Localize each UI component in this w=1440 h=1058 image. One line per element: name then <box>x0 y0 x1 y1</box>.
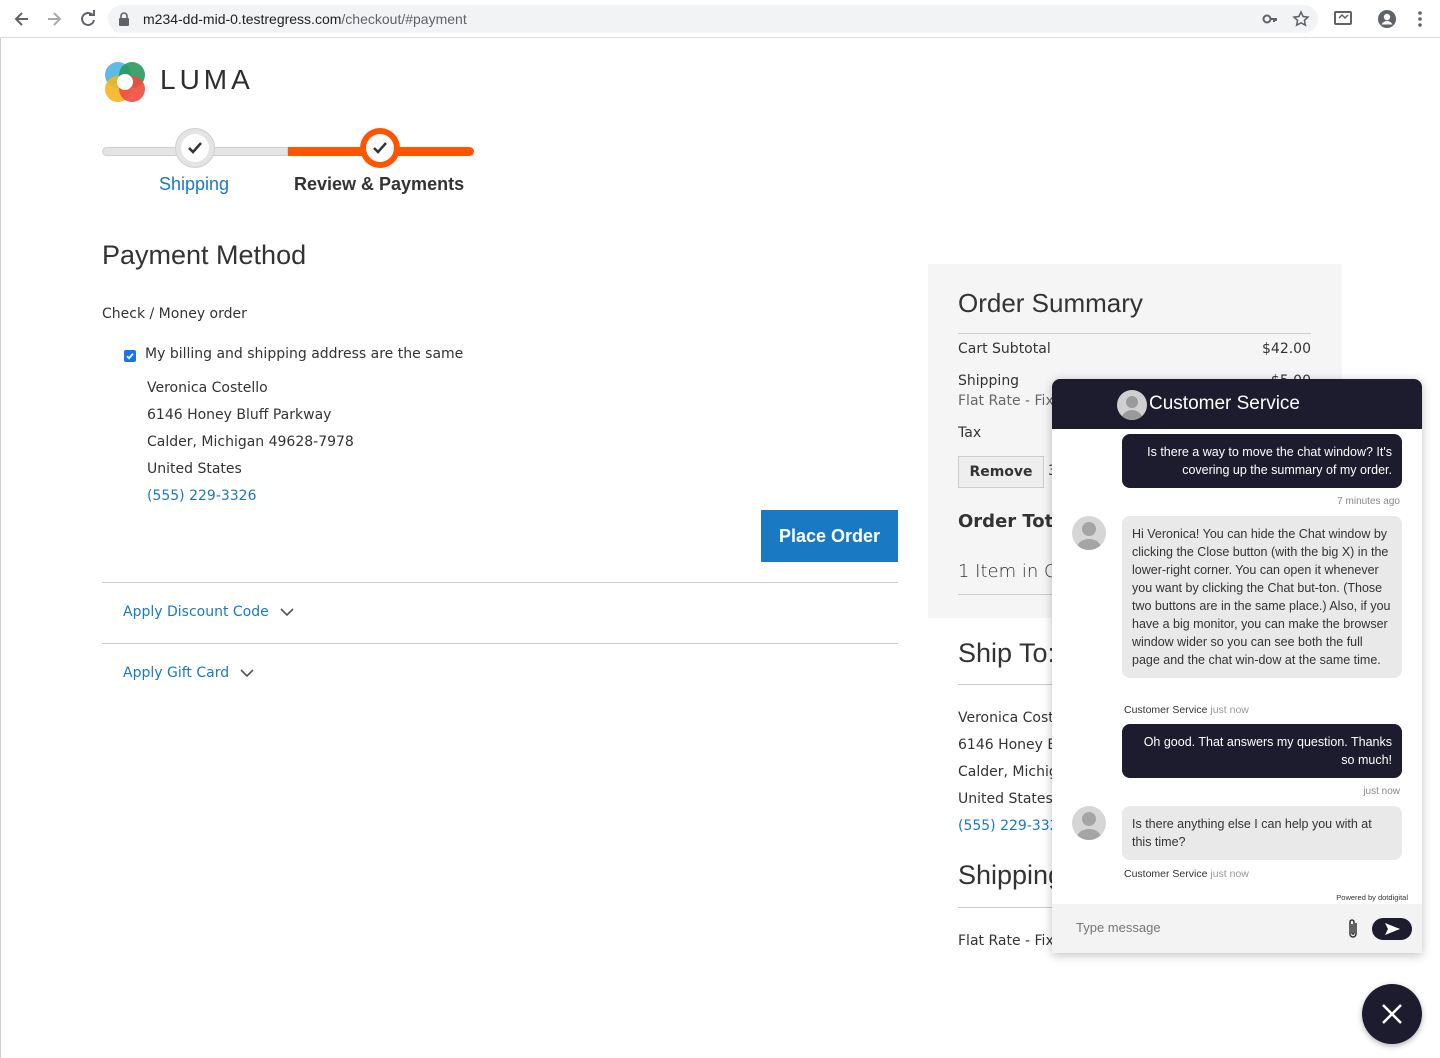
logo-text: LUMA <box>160 64 254 95</box>
shipping-label: Shipping <box>958 373 1020 389</box>
checkout-progress: Shipping Review & Payments <box>102 128 474 198</box>
divider <box>102 643 898 644</box>
checkmark-icon <box>188 142 202 154</box>
message-sender: Customer Service just now <box>1124 868 1249 880</box>
ship-to-title: Ship To: <box>958 638 1056 668</box>
divider <box>102 582 898 583</box>
chat-message-agent: Hi Veronica! You can hide the Chat windo… <box>1122 516 1402 678</box>
billing-same-checkbox[interactable] <box>124 350 136 362</box>
billing-name: Veronica Costello <box>147 380 268 396</box>
send-icon <box>1385 923 1400 935</box>
bookmark-star-icon[interactable] <box>1292 10 1310 28</box>
lock-icon <box>118 12 130 26</box>
ship-to-street: 6146 Honey Bl <box>958 737 1061 753</box>
reload-icon[interactable] <box>78 9 98 29</box>
billing-country: United States <box>147 461 242 477</box>
agent-avatar-icon <box>1117 390 1147 420</box>
chat-title: Customer Service <box>1149 393 1300 414</box>
chat-message-user: Oh good. That answers my question. Thank… <box>1122 724 1402 778</box>
payment-method-title: Payment Method <box>102 240 307 270</box>
chat-header: Customer Service <box>1052 379 1422 429</box>
ship-to-name: Veronica Coste <box>958 710 1063 726</box>
remove-button[interactable]: Remove <box>958 456 1044 488</box>
subtotal-label: Cart Subtotal <box>958 341 1051 357</box>
back-arrow-icon[interactable] <box>12 9 32 29</box>
chevron-down-icon <box>279 607 295 617</box>
send-button[interactable] <box>1372 918 1412 940</box>
browser-toolbar: m234-dd-mid-0.testregress.com/checkout/#… <box>0 0 1440 38</box>
step-shipping-link[interactable]: Shipping <box>159 174 229 195</box>
billing-street: 6146 Honey Bluff Parkway <box>147 407 332 423</box>
apply-gift-card-label: Apply Gift Card <box>123 665 230 681</box>
kebab-menu-icon[interactable] <box>1414 9 1426 29</box>
billing-phone-link[interactable]: (555) 229-3326 <box>147 488 257 504</box>
step-shipping-marker[interactable] <box>175 128 215 168</box>
message-sender: Customer Service just now <box>1124 704 1249 716</box>
chat-window: Customer Service Is there a way to move … <box>1052 379 1422 953</box>
apply-discount-label: Apply Discount Code <box>123 604 269 620</box>
order-summary-title: Order Summary <box>958 288 1143 318</box>
checkmark-icon <box>126 353 134 360</box>
forward-arrow-icon[interactable] <box>44 9 64 29</box>
profile-icon[interactable] <box>1377 9 1397 29</box>
chat-message-user: Is there a way to move the chat window? … <box>1122 434 1402 488</box>
apply-discount-toggle[interactable]: Apply Discount Code <box>123 604 295 620</box>
place-order-button[interactable]: Place Order <box>761 510 898 562</box>
billing-same-label[interactable]: My billing and shipping address are the … <box>145 346 463 362</box>
chat-message-agent: Is there anything else I can help you wi… <box>1122 806 1402 860</box>
chevron-down-icon <box>239 668 255 678</box>
powered-by[interactable]: Powered by dotdigital <box>1336 893 1408 902</box>
billing-city: Calder, Michigan 49628-7978 <box>147 434 354 450</box>
shipping-method-value: Flat Rate - Fixe <box>958 933 1062 949</box>
url-text: m234-dd-mid-0.testregress.com/checkout/#… <box>143 11 467 27</box>
address-bar[interactable]: m234-dd-mid-0.testregress.com/checkout/#… <box>108 5 1318 33</box>
close-icon <box>1382 1004 1402 1024</box>
step-review-marker <box>360 128 400 168</box>
luma-logo-icon[interactable] <box>102 59 148 105</box>
cast-icon[interactable] <box>1333 9 1353 27</box>
divider <box>958 333 1311 334</box>
order-total-label: Order Tota <box>958 511 1066 532</box>
chat-input-area <box>1052 904 1422 953</box>
shipping-method-sub: Flat Rate - Fixe <box>958 393 1062 409</box>
message-timestamp: just now <box>1363 786 1400 797</box>
apply-gift-card-toggle[interactable]: Apply Gift Card <box>123 665 255 681</box>
page-border <box>0 38 1 1058</box>
payment-method-name: Check / Money order <box>102 306 247 322</box>
agent-avatar-icon <box>1072 516 1106 550</box>
chat-close-button[interactable] <box>1362 984 1422 1044</box>
shipping-method-title: Shipping <box>958 860 1064 890</box>
ship-to-city: Calder, Michig <box>958 764 1058 780</box>
chat-message-input[interactable] <box>1076 920 1316 935</box>
message-timestamp: 7 minutes ago <box>1337 496 1400 507</box>
step-review-label: Review & Payments <box>294 174 465 194</box>
checkmark-icon <box>373 142 387 154</box>
subtotal-value: $42.00 <box>1262 341 1311 357</box>
key-icon[interactable] <box>1262 12 1278 26</box>
paperclip-icon[interactable] <box>1346 917 1360 941</box>
ship-to-country: United States <box>958 791 1053 807</box>
agent-avatar-icon <box>1072 806 1106 840</box>
tax-label: Tax <box>958 425 982 441</box>
